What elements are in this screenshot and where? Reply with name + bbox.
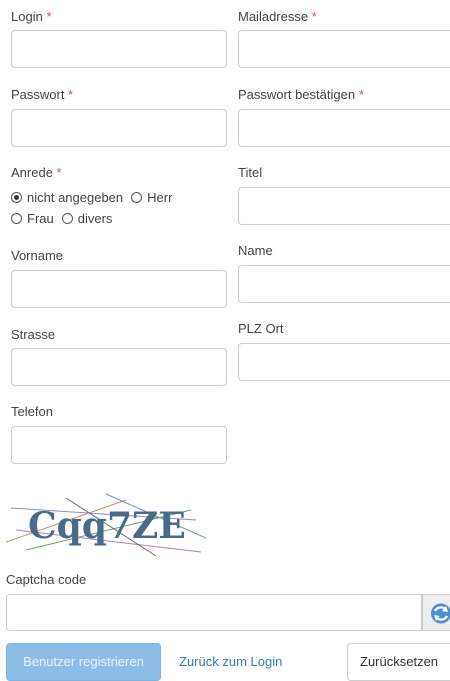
password-confirm-label: Passwort bestätigen *: [238, 87, 364, 102]
radio-divers[interactable]: divers: [61, 211, 112, 226]
phone-input[interactable]: [11, 426, 227, 464]
radio-frau[interactable]: Frau: [11, 211, 54, 226]
salutation-radios-row-2: Frau divers: [11, 211, 120, 226]
captcha-image-svg: Cqq7ZE: [5, 490, 207, 562]
salutation-radios-row-1: nicht angegeben Herr: [11, 190, 180, 205]
captcha-input[interactable]: [6, 594, 422, 631]
firstname-input[interactable]: [11, 270, 227, 308]
password-confirm-input[interactable]: [238, 109, 450, 147]
refresh-icon[interactable]: [423, 595, 450, 632]
captcha-label: Captcha code: [6, 572, 87, 587]
captcha-image: Cqq7ZE: [5, 490, 207, 562]
zip-city-input[interactable]: [238, 343, 450, 381]
password-input[interactable]: [11, 109, 227, 147]
firstname-label: Vorname: [11, 248, 64, 263]
radio-herr[interactable]: Herr: [131, 190, 172, 205]
captcha-refresh-button[interactable]: [422, 594, 450, 631]
street-input[interactable]: [11, 348, 227, 386]
lastname-label: Name: [238, 243, 273, 258]
radio-checked-icon[interactable]: [11, 192, 22, 203]
login-label: Login *: [11, 9, 52, 24]
title-input[interactable]: [238, 187, 450, 225]
radio-unchecked-icon[interactable]: [61, 213, 73, 224]
reset-button[interactable]: Zurücksetzen: [347, 643, 450, 681]
zip-city-label: PLZ Ort: [238, 321, 284, 336]
radio-nicht-angegeben[interactable]: nicht angegeben: [11, 190, 123, 205]
mail-input[interactable]: [238, 30, 450, 68]
title-label: Titel: [238, 165, 263, 180]
mail-label: Mailadresse *: [238, 9, 317, 24]
phone-label: Telefon: [11, 404, 53, 419]
captcha-text: Cqq7ZE: [28, 505, 186, 547]
register-button[interactable]: Benutzer registrieren: [6, 643, 161, 681]
radio-unchecked-icon[interactable]: [11, 213, 22, 224]
login-input[interactable]: [11, 30, 227, 68]
lastname-input[interactable]: [238, 265, 450, 303]
salutation-label: Anrede *: [11, 165, 62, 180]
back-to-login-link[interactable]: Zurück zum Login: [179, 654, 282, 669]
radio-unchecked-icon[interactable]: [131, 192, 143, 203]
password-label: Passwort *: [11, 87, 74, 102]
street-label: Strasse: [11, 327, 56, 342]
